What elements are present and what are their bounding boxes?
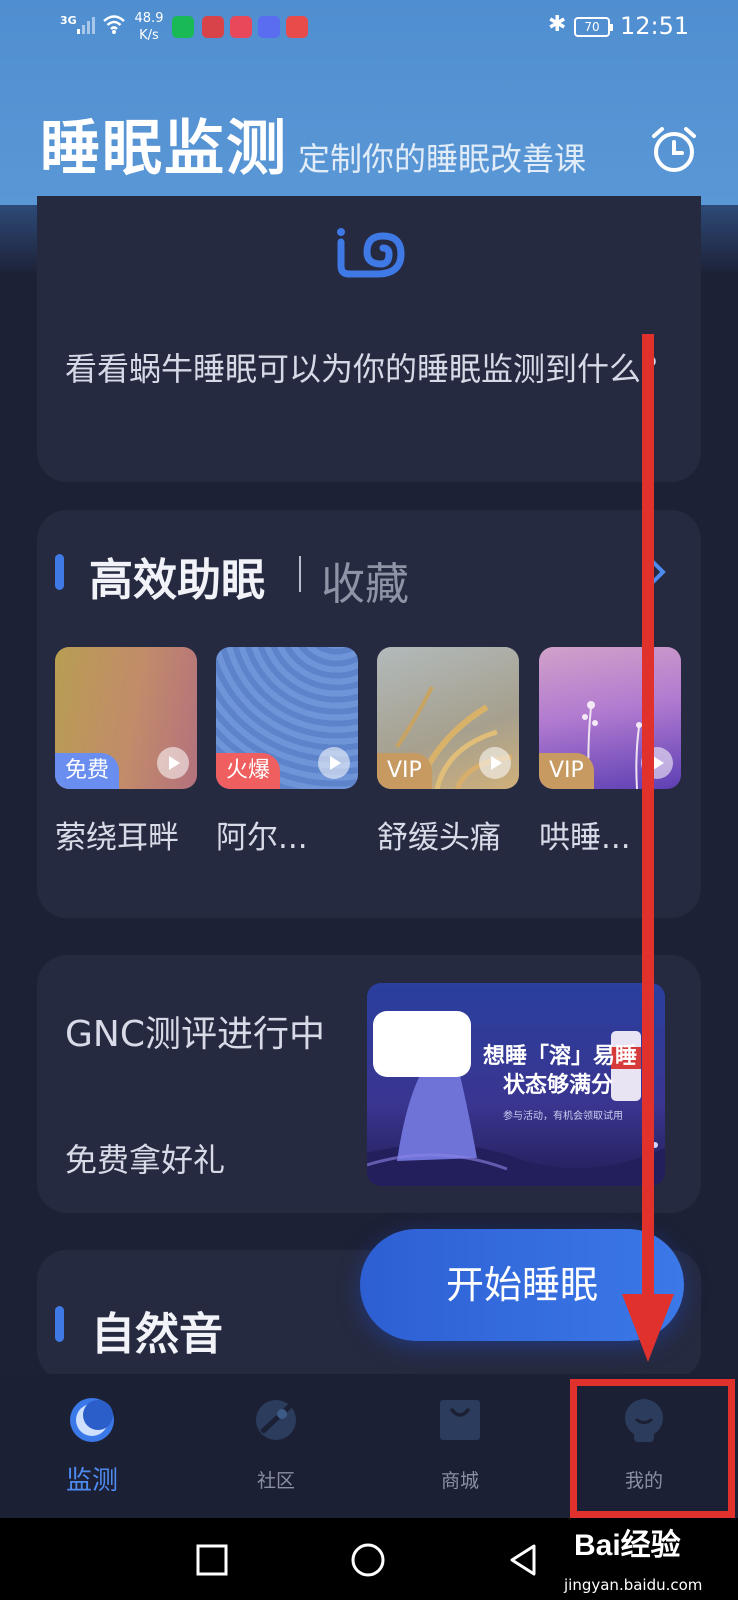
clock-time: 12:51 xyxy=(620,12,690,40)
music-app-icon xyxy=(258,16,280,38)
banner-headline: 想睡「溶」易睡 xyxy=(483,1044,638,1069)
tab-divider xyxy=(299,556,301,592)
banner-headline-2: 状态够满分 xyxy=(503,1073,614,1098)
sleep-aid-label[interactable]: 阿尔... xyxy=(216,812,308,857)
watermark-url: jingyan.baidu.com xyxy=(564,1576,703,1594)
status-bar: 3G 48.9 K/s ✱ 70 12:51 xyxy=(0,0,738,56)
play-icon[interactable] xyxy=(318,747,350,779)
app-notification-icon xyxy=(202,16,224,38)
nav-label-monitor: 监测 xyxy=(65,1466,118,1496)
page-title: 睡眠监测 xyxy=(40,114,288,184)
signal-icon xyxy=(77,17,95,34)
vip-badge: VIP xyxy=(539,753,594,789)
sleep-monitor-promo-card[interactable]: 看看蜗牛睡眠可以为你的睡眠监测到什么？ xyxy=(37,196,701,482)
nav-item-monitor[interactable]: 监测 xyxy=(0,1374,184,1518)
sleep-aid-tile[interactable]: 火爆 xyxy=(216,647,358,789)
huawei-app-icon xyxy=(286,16,308,38)
shop-bag-icon xyxy=(440,1400,480,1440)
community-icon xyxy=(256,1400,296,1440)
sleep-aid-tile[interactable]: 免费 xyxy=(55,647,197,789)
tab-sleep-aid[interactable]: 高效助眠 xyxy=(89,544,265,608)
play-icon[interactable] xyxy=(479,747,511,779)
moon-icon xyxy=(70,1398,114,1442)
tab-favorites[interactable]: 收藏 xyxy=(321,548,409,612)
promo-text: 看看蜗牛睡眠可以为你的睡眠监测到什么？ xyxy=(64,350,673,388)
section-accent-bar xyxy=(55,1306,64,1342)
sleep-aid-label[interactable]: 哄睡... xyxy=(539,812,631,857)
nav-item-shop[interactable]: 商城 xyxy=(368,1374,552,1518)
recent-apps-icon[interactable] xyxy=(192,1540,232,1580)
gnc-subtitle: 免费拿好礼 xyxy=(65,1141,226,1179)
back-icon[interactable] xyxy=(504,1540,544,1580)
reader-app-icon xyxy=(230,16,252,38)
vip-badge: VIP xyxy=(377,753,432,789)
alarm-clock-icon[interactable] xyxy=(648,124,700,176)
sleep-aid-card: 高效助眠 收藏 免费 火爆 VIP VIP 萦绕耳畔 阿尔... 舒缓头痛 哄睡… xyxy=(37,510,701,918)
baidu-jingyan-watermark: Bai经验 jingyan.baidu.com xyxy=(556,1518,738,1600)
home-icon[interactable] xyxy=(348,1540,388,1580)
nav-item-community[interactable]: 社区 xyxy=(184,1374,368,1518)
banner-caption: 参与活动，有机会领取试用 xyxy=(503,1111,623,1122)
nav-label-community: 社区 xyxy=(256,1470,295,1492)
wifi-icon xyxy=(103,15,125,34)
nature-sounds-title[interactable]: 自然音 xyxy=(91,1298,223,1362)
arrow-down-annotation-icon xyxy=(622,334,674,1362)
sleep-aid-label[interactable]: 舒缓头痛 xyxy=(377,812,501,857)
free-badge: 免费 xyxy=(55,753,120,789)
watermark-brand: Bai经验 xyxy=(574,1529,681,1562)
section-accent-bar xyxy=(55,554,64,590)
speed-unit: K/s xyxy=(139,28,159,43)
bluetooth-icon: ✱ xyxy=(548,12,567,37)
network-speed: 48.9 K/s xyxy=(132,10,166,44)
speed-value: 48.9 xyxy=(134,11,164,26)
wechat-app-icon xyxy=(172,16,194,38)
battery-icon: 70 xyxy=(574,17,613,37)
snail-logo-icon xyxy=(337,228,405,278)
play-icon[interactable] xyxy=(157,747,189,779)
gnc-title: GNC测评进行中 xyxy=(65,1014,325,1055)
nav-label-shop: 商城 xyxy=(440,1470,479,1492)
hot-badge: 火爆 xyxy=(216,753,281,789)
sleep-aid-label[interactable]: 萦绕耳畔 xyxy=(55,812,179,857)
highlight-box-annotation xyxy=(570,1379,735,1518)
gnc-promo-card[interactable]: GNC测评进行中 免费拿好礼 想睡「溶」易睡 状态够满分 参与活动，有机会领取试… xyxy=(37,955,701,1213)
page-subtitle[interactable]: 定制你的睡眠改善课 xyxy=(298,134,586,180)
sleep-aid-tile[interactable]: VIP xyxy=(377,647,519,789)
